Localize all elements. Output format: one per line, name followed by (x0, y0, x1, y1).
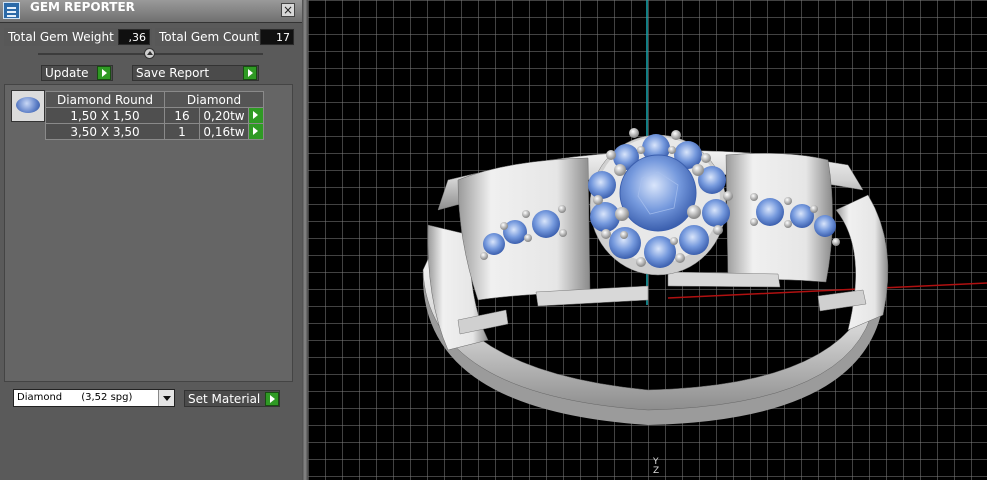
3d-viewport[interactable]: Y Z (308, 0, 987, 480)
set-material-button-label: Set Material (188, 392, 261, 406)
gem-report-table: Diamond Round Diamond 1,50 X 1,50 16 0,2… (45, 91, 264, 140)
material-select[interactable]: Diamond (3,52 spg) (13, 389, 175, 407)
app-icon (3, 2, 20, 19)
window-title: GEM REPORTER (30, 0, 135, 14)
gem-size: 1,50 X 1,50 (45, 107, 165, 124)
table-row: 1,50 X 1,50 16 0,20tw (45, 107, 264, 124)
chevron-down-icon[interactable] (158, 390, 174, 406)
material-select-value: Diamond (3,52 spg) (17, 392, 133, 403)
gem-weight: 0,20tw (199, 107, 249, 124)
table-row: 3,50 X 3,50 1 0,16tw (45, 123, 264, 140)
table-header-row: Diamond Round Diamond (45, 91, 264, 108)
title-bar: GEM REPORTER × (0, 0, 302, 23)
save-report-button[interactable]: Save Report (132, 65, 259, 81)
total-gem-count-value: 17 (260, 29, 294, 45)
axis-z-label: Z (653, 466, 660, 476)
gem-count: 16 (164, 107, 200, 124)
play-arrow-icon[interactable] (248, 107, 264, 124)
play-arrow-icon[interactable] (97, 66, 111, 80)
gem-reporter-panel: GEM REPORTER × Total Gem Weight ,36 Tota… (0, 0, 302, 480)
update-button-label: Update (45, 66, 89, 80)
column-header-material: Diamond (164, 91, 264, 108)
gem-size: 3,50 X 3,50 (45, 123, 165, 140)
slider-knob-icon[interactable] (144, 48, 155, 59)
play-arrow-icon[interactable] (248, 123, 264, 140)
axis-indicator: Y Z (653, 458, 659, 476)
close-icon[interactable]: × (281, 3, 295, 17)
total-gem-weight-value: ,36 (118, 29, 150, 45)
save-report-button-label: Save Report (136, 66, 210, 80)
set-material-button[interactable]: Set Material (184, 390, 280, 407)
gem-weight: 0,16tw (199, 123, 249, 140)
gem-thumbnail-icon (11, 90, 45, 122)
gem-count: 1 (164, 123, 200, 140)
column-header-shape: Diamond Round (45, 91, 165, 108)
update-button[interactable]: Update (41, 65, 113, 81)
play-arrow-icon[interactable] (265, 392, 279, 406)
play-arrow-icon[interactable] (243, 66, 257, 80)
ring-render (422, 0, 987, 425)
